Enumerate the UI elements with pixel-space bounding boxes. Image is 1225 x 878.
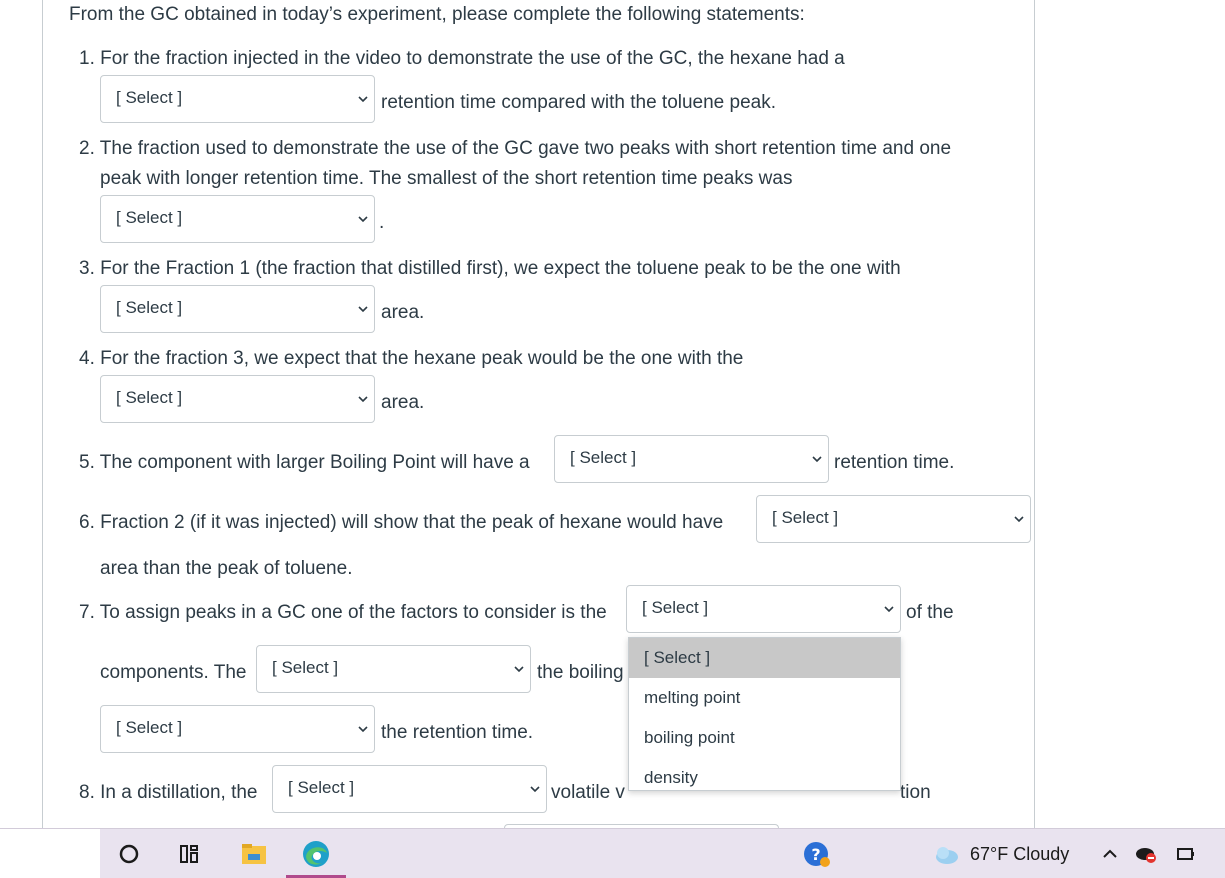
content-right-border xyxy=(1034,0,1035,828)
svg-text:?: ? xyxy=(811,845,820,864)
dropdown-option[interactable]: melting point xyxy=(629,678,900,718)
q3-text: 3. For the Fraction 1 (the fraction that… xyxy=(79,258,901,279)
quiz-page: From the GC obtained in today’s experime… xyxy=(0,0,1225,878)
q7-select-3[interactable]: [ Select ] xyxy=(100,705,375,753)
weather-text[interactable]: 67°F Cloudy xyxy=(970,843,1069,865)
q8-text: 8. In a distillation, the xyxy=(79,782,258,803)
q6-text: 6. Fraction 2 (if it was injected) will … xyxy=(79,512,724,533)
chevron-down-icon xyxy=(358,216,368,223)
q3-after-text: area. xyxy=(381,302,425,323)
taskbar-search-box[interactable] xyxy=(0,829,100,878)
select-value: [ Select ] xyxy=(116,208,183,227)
q7-select-1[interactable]: [ Select ] xyxy=(626,585,901,633)
select-value: [ Select ] xyxy=(288,778,355,797)
q7-after-last-text: the retention time. xyxy=(381,722,534,743)
q2-after-text: . xyxy=(379,212,385,233)
q1-after-text: retention time compared with the toluene… xyxy=(381,92,777,113)
q8-select[interactable]: [ Select ] xyxy=(272,765,547,813)
q6-select[interactable]: [ Select ] xyxy=(756,495,1031,543)
select-value: [ Select ] xyxy=(116,388,183,407)
chevron-down-icon xyxy=(358,726,368,733)
chevron-down-icon xyxy=(358,96,368,103)
q2-select[interactable]: [ Select ] xyxy=(100,195,375,243)
file-explorer-icon[interactable] xyxy=(238,838,270,870)
q3-select[interactable]: [ Select ] xyxy=(100,285,375,333)
dropdown-option[interactable]: [ Select ] xyxy=(629,638,900,678)
q2-text-line1: 2. The fraction used to demonstrate the … xyxy=(79,138,952,159)
select-value: [ Select ] xyxy=(116,88,183,107)
q7-mid-text: the boiling xyxy=(537,662,624,683)
chevron-down-icon xyxy=(530,786,540,793)
chevron-down-icon xyxy=(884,606,894,613)
dropdown-option[interactable]: density xyxy=(629,758,900,798)
select-value: [ Select ] xyxy=(642,598,709,617)
q7-components-text: components. The xyxy=(100,662,247,683)
chevron-down-icon xyxy=(358,396,368,403)
network-icon[interactable] xyxy=(1130,838,1162,870)
q8-tail-text: tion xyxy=(900,782,931,803)
taskbar: ? 67°F Cloudy xyxy=(0,828,1225,878)
q7-select-2[interactable]: [ Select ] xyxy=(256,645,531,693)
chevron-down-icon xyxy=(1014,516,1024,523)
q5-select[interactable]: [ Select ] xyxy=(554,435,829,483)
help-icon[interactable]: ? xyxy=(800,838,832,870)
q5-after-text: retention time. xyxy=(834,452,955,473)
content-left-border xyxy=(42,0,43,828)
q8-after-text: volatile v xyxy=(551,782,625,803)
chevron-up-icon[interactable] xyxy=(1094,838,1126,870)
q1-text: 1. For the fraction injected in the vide… xyxy=(79,48,845,69)
q4-select[interactable]: [ Select ] xyxy=(100,375,375,423)
select-value: [ Select ] xyxy=(116,718,183,737)
select-value: [ Select ] xyxy=(570,448,637,467)
q1-select[interactable]: [ Select ] xyxy=(100,75,375,123)
chevron-down-icon xyxy=(812,456,822,463)
edge-icon[interactable] xyxy=(300,838,332,870)
q6-text-line2: area than the peak of toluene. xyxy=(100,558,353,579)
task-view-icon[interactable] xyxy=(173,838,205,870)
q7-after-text: of the xyxy=(906,602,954,623)
q4-text: 4. For the fraction 3, we expect that th… xyxy=(79,348,744,369)
chevron-down-icon xyxy=(514,666,524,673)
select-value: [ Select ] xyxy=(272,658,339,677)
chevron-down-icon xyxy=(358,306,368,313)
battery-icon[interactable] xyxy=(1170,838,1202,870)
select-value: [ Select ] xyxy=(772,508,839,527)
q2-text-line2: peak with longer retention time. The sma… xyxy=(100,168,793,189)
select-value: [ Select ] xyxy=(116,298,183,317)
intro-text: From the GC obtained in today’s experime… xyxy=(69,4,805,25)
q7-dropdown-list: [ Select ] melting point boiling point d… xyxy=(628,637,901,791)
q7-text: 7. To assign peaks in a GC one of the fa… xyxy=(79,602,607,623)
dropdown-option[interactable]: boiling point xyxy=(629,718,900,758)
q5-text: 5. The component with larger Boiling Poi… xyxy=(79,452,530,473)
q4-after-text: area. xyxy=(381,392,425,413)
cloud-icon xyxy=(936,847,958,864)
start-circle-icon[interactable] xyxy=(113,838,145,870)
